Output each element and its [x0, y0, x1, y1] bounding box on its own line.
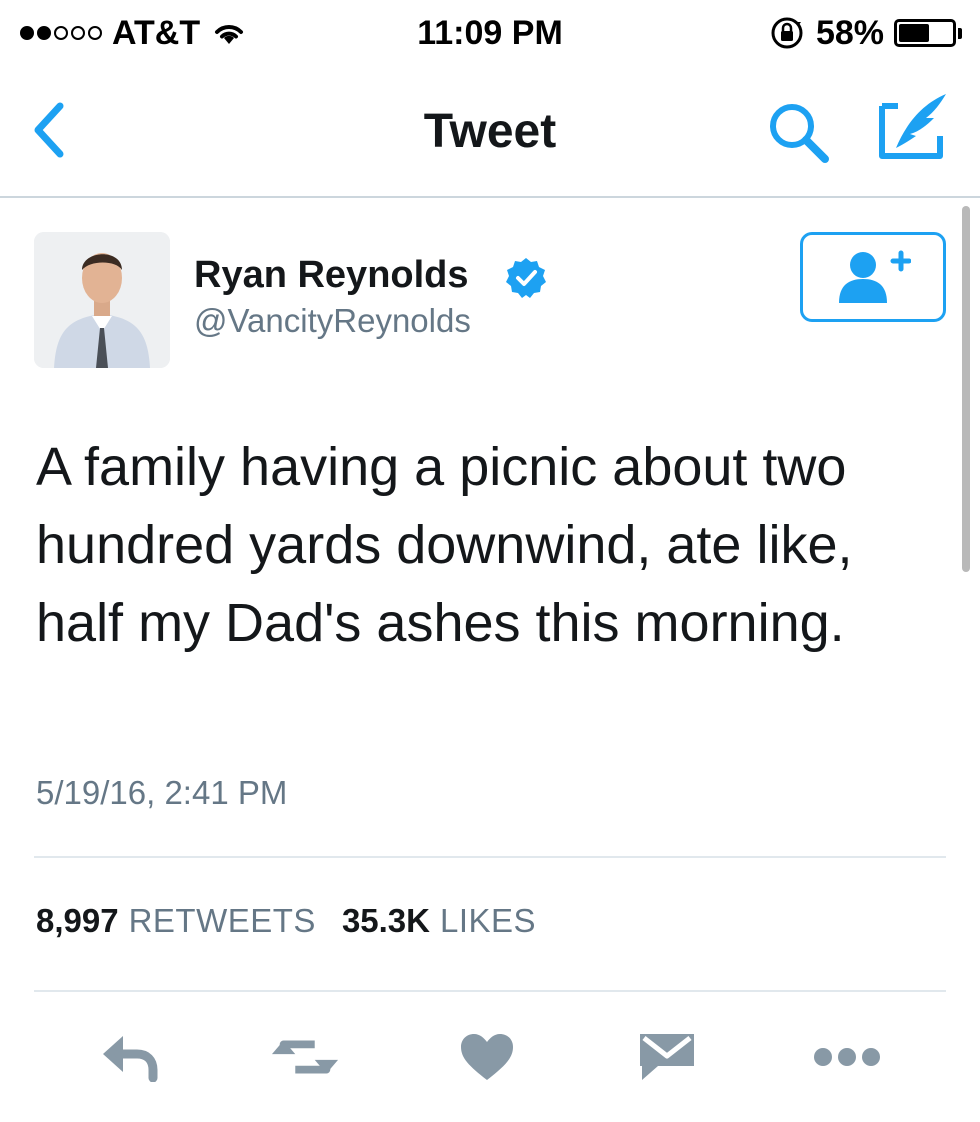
- search-icon: [770, 104, 829, 163]
- retweet-button[interactable]: [270, 1026, 340, 1088]
- like-count[interactable]: 35.3K: [342, 902, 430, 940]
- tweet-text: A family having a picnic about two hundr…: [36, 437, 853, 653]
- tweet-stats: 8,997 RETWEETS 35.3K LIKES: [36, 902, 562, 940]
- retweet-count[interactable]: 8,997: [36, 902, 119, 940]
- direct-message-button[interactable]: [632, 1026, 702, 1088]
- like-label[interactable]: LIKES: [440, 902, 536, 940]
- scroll-indicator[interactable]: [962, 206, 970, 572]
- tweet-timestamp: 5/19/16, 2:41 PM: [36, 774, 288, 811]
- like-button[interactable]: [452, 1026, 522, 1088]
- avatar-photo: [34, 232, 170, 368]
- avatar[interactable]: [34, 232, 170, 368]
- divider: [34, 856, 946, 858]
- wifi-icon: [215, 25, 244, 44]
- battery-percent: 58%: [815, 13, 884, 52]
- signal-dot: [37, 26, 51, 40]
- carrier-name: AT&T: [112, 13, 201, 52]
- status-right: 58%: [770, 14, 962, 53]
- author-handle[interactable]: @VancityReynolds: [194, 302, 471, 340]
- add-user-icon: [839, 250, 911, 303]
- signal-dot: [88, 26, 102, 40]
- signal-dot: [54, 26, 68, 40]
- page-title: Tweet: [423, 105, 557, 158]
- battery-icon: [894, 19, 962, 47]
- retweet-label[interactable]: RETWEETS: [129, 902, 316, 940]
- navigation-bar: Tweet: [0, 66, 980, 198]
- status-left: AT&T: [20, 14, 246, 53]
- envelope-icon: [640, 1034, 694, 1080]
- divider: [34, 990, 946, 992]
- rotation-lock-icon: [771, 17, 803, 49]
- reply-button[interactable]: [94, 1026, 164, 1088]
- search-button[interactable]: [766, 100, 832, 166]
- signal-dot: [71, 26, 85, 40]
- verified-badge-icon: [506, 258, 546, 298]
- compose-button[interactable]: [876, 90, 950, 164]
- author-name[interactable]: Ryan Reynolds: [194, 254, 469, 297]
- reply-icon: [103, 1036, 158, 1082]
- more-dots-icon: [814, 1048, 880, 1066]
- retweet-icon: [271, 1040, 339, 1074]
- battery-fill: [899, 24, 930, 42]
- compose-icon: [879, 94, 946, 159]
- battery-cap: [958, 27, 962, 39]
- battery-body: [894, 19, 956, 47]
- signal-strength-icon: [20, 26, 102, 40]
- heart-icon: [461, 1034, 513, 1080]
- more-button[interactable]: [812, 1026, 882, 1088]
- status-bar: AT&T 11:09 PM 58%: [0, 0, 980, 66]
- follow-button[interactable]: [800, 232, 946, 322]
- signal-dot: [20, 26, 34, 40]
